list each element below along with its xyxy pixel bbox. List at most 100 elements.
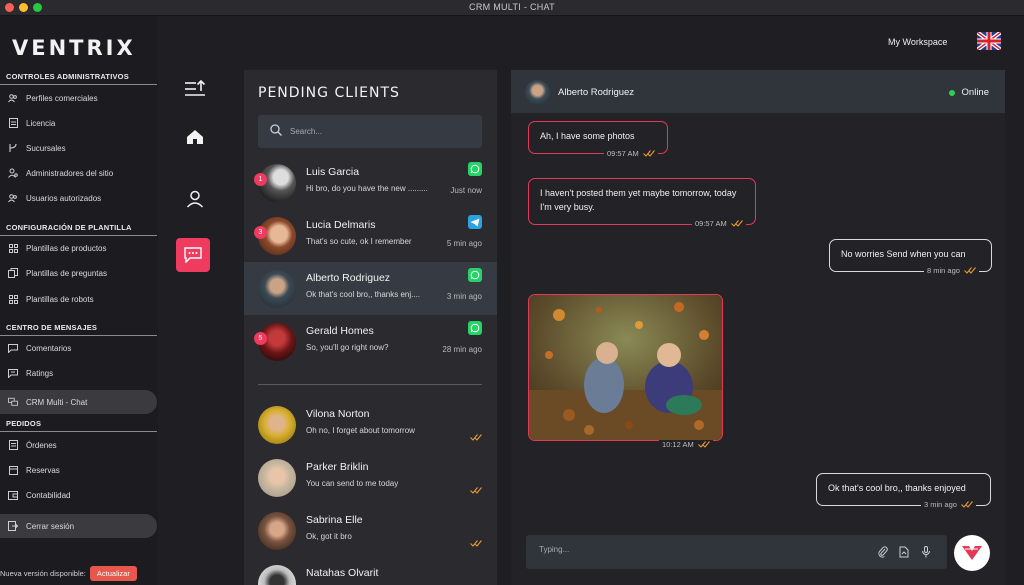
window-title: CRM MULTI - CHAT (469, 2, 555, 12)
workspace-link[interactable]: My Workspace (888, 37, 947, 47)
icon-rail (158, 16, 228, 585)
client-name: Lucia Delmaris (306, 219, 376, 231)
logout-label: Cerrar sesión (26, 521, 75, 531)
message-text: Ok that's cool bro,, thanks enjoyed (828, 483, 966, 493)
grid-icon (8, 243, 18, 253)
chat-rail-icon[interactable] (176, 238, 210, 272)
client-last-message: Ok that's cool bro,, thanks enj.... (306, 290, 421, 299)
client-row-lucia-delmaris[interactable]: 3 Lucia Delmaris That's so cute, ok I re… (244, 209, 497, 262)
sidebar-item-label: Perfiles comerciales (26, 93, 98, 103)
message-composer (526, 535, 947, 569)
message-time: 09:57 AM (692, 219, 746, 228)
section-title-pedidos: PEDIDOS (6, 419, 42, 428)
panel-title: PENDING CLIENTS (258, 85, 400, 101)
client-row-luis-garcia[interactable]: 1 Luis Garcia Hi bro, do you have the ne… (244, 156, 497, 209)
sidebar-item-label: CRM Multi - Chat (26, 397, 88, 407)
sidebar-item-ratings[interactable]: Ratings (0, 361, 157, 385)
read-check-icon (470, 534, 482, 552)
whatsapp-icon (468, 321, 482, 335)
sidebar-item-plantillas-robots[interactable]: Plantillas de robots (0, 287, 157, 311)
client-name: Natahas Olvarit (306, 567, 379, 579)
client-row-alberto-rodriguez[interactable]: Alberto Rodriguez Ok that's cool bro,, t… (244, 262, 497, 315)
client-name: Alberto Rodriguez (306, 272, 391, 284)
sidebar-item-plantillas-productos[interactable]: Plantillas de productos (0, 236, 157, 260)
sidebar-item-label: Contabilidad (26, 490, 71, 500)
search-input[interactable] (290, 127, 470, 136)
users-icon (8, 93, 18, 103)
telegram-icon (468, 215, 482, 229)
sidebar-item-contabilidad[interactable]: Contabilidad (0, 483, 157, 507)
logout-button[interactable]: Cerrar sesión (0, 514, 157, 538)
pending-clients-panel: PENDING CLIENTS 1 Luis Garcia Hi bro, do… (244, 70, 497, 585)
status-label: Online (961, 87, 989, 98)
uk-flag-icon[interactable] (977, 32, 1001, 50)
home-icon[interactable] (180, 122, 210, 152)
sidebar-item-licencia[interactable]: Licencia (0, 111, 157, 135)
microphone-icon[interactable] (920, 546, 932, 558)
section-divider (0, 431, 157, 432)
avatar (258, 406, 296, 444)
photo-message[interactable] (528, 294, 723, 441)
chat-contact-name: Alberto Rodriguez (558, 87, 635, 98)
update-banner: Nueva versión disponible: Actualizar (0, 566, 137, 581)
message-text: I haven't posted them yet maybe tomorrow… (540, 188, 737, 212)
unread-badge: 1 (254, 173, 267, 186)
sidebar-item-label: Reservas (26, 465, 60, 475)
send-button[interactable] (954, 535, 990, 571)
comment-icon (8, 343, 18, 353)
update-button[interactable]: Actualizar (89, 566, 137, 581)
message-input[interactable] (539, 545, 839, 554)
user-profile-icon[interactable] (180, 184, 210, 214)
client-row-natahas-olvarit[interactable]: Natahas Olvarit (244, 557, 497, 585)
client-row-vilona-norton[interactable]: Vilona Norton Oh no, I forget about tomo… (244, 398, 497, 451)
sidebar-item-administradores[interactable]: Administradores del sitio (0, 161, 157, 185)
client-row-parker-briklin[interactable]: Parker Briklin You can send to me today (244, 451, 497, 504)
sidebar-item-ordenes[interactable]: Órdenes (0, 433, 157, 457)
client-last-message: Ok, got it bro (306, 532, 352, 541)
search-box[interactable] (258, 115, 482, 148)
sidebar-item-label: Plantillas de robots (26, 294, 94, 304)
sidebar-item-perfiles[interactable]: Perfiles comerciales (0, 86, 157, 110)
client-row-sabrina-elle[interactable]: Sabrina Elle Ok, got it bro (244, 504, 497, 557)
client-time: Just now (450, 186, 482, 195)
ventrix-send-icon (962, 546, 982, 560)
avatar (258, 512, 296, 550)
sidebar-item-reservas[interactable]: Reservas (0, 458, 157, 482)
copy-icon (8, 268, 18, 278)
avatar (525, 80, 550, 105)
users-icon (8, 193, 18, 203)
client-last-message: You can send to me today (306, 479, 399, 488)
client-name: Vilona Norton (306, 408, 370, 420)
sidebar-item-label: Administradores del sitio (26, 168, 114, 178)
sidebar-item-sucursales[interactable]: Sucursales (0, 136, 157, 160)
file-icon[interactable] (898, 546, 910, 558)
sidebar-item-label: Plantillas de productos (26, 243, 107, 253)
sidebar-item-label: Plantillas de preguntas (26, 268, 107, 278)
whatsapp-icon (468, 162, 482, 176)
collapse-menu-icon[interactable] (180, 74, 210, 104)
chat-panel: Alberto Rodriguez Online Ah, I have some… (511, 70, 1005, 585)
sidebar-item-plantillas-preguntas[interactable]: Plantillas de preguntas (0, 261, 157, 285)
message-text: Ah, I have some photos (540, 131, 635, 141)
attach-icon[interactable] (877, 546, 889, 558)
client-row-gerald-homes[interactable]: 5 Gerald Homes So, you'll go right now? … (244, 315, 497, 368)
client-name: Parker Briklin (306, 461, 369, 473)
sidebar-item-crm-multi-chat[interactable]: CRM Multi - Chat (0, 390, 157, 414)
client-last-message: That's so cute, ok I remember (306, 237, 412, 246)
message-bubble-incoming: I haven't posted them yet maybe tomorrow… (528, 178, 756, 225)
read-check-icon (642, 150, 655, 157)
sidebar-item-comentarios[interactable]: Comentarios (0, 336, 157, 360)
grid-icon (8, 294, 18, 304)
client-name: Sabrina Elle (306, 514, 363, 526)
client-time: 3 min ago (446, 292, 482, 301)
client-name: Luis Garcia (306, 166, 360, 178)
sidebar-item-usuarios[interactable]: Usuarios autorizados (0, 186, 157, 210)
logout-icon (8, 521, 18, 531)
client-time: 5 min ago (446, 239, 482, 248)
rating-icon (8, 368, 18, 378)
ventrix-logo[interactable]: VENTRIX (12, 36, 136, 60)
section-divider (0, 84, 157, 85)
admin-sidebar: VENTRIX CONTROLES ADMINISTRATIVOS Perfil… (0, 16, 158, 585)
client-last-message: So, you'll go right now? (306, 343, 389, 352)
wallet-icon (8, 490, 18, 500)
